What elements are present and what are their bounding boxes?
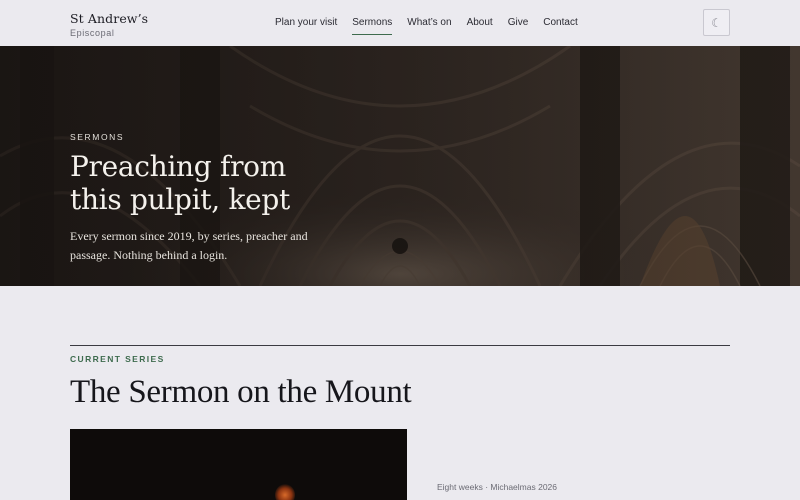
section-divider [70,345,730,346]
nav-about[interactable]: About [467,0,493,46]
nav-contact[interactable]: Contact [543,0,577,46]
brand-subtitle: Episcopal [70,28,115,38]
brand-name: St Andrew’s [70,11,149,26]
nav-plan-your-visit[interactable]: Plan your visit [275,0,337,46]
series-meta: Eight weeks · Michaelmas 2026 [437,482,558,492]
current-series-eyebrow: CURRENT SERIES [70,354,165,364]
candle-flame [275,484,295,500]
nav-give[interactable]: Give [508,0,529,46]
main-nav: Plan your visit Sermons What’s on About … [275,0,593,46]
nav-whats-on[interactable]: What’s on [407,0,451,46]
current-series-title[interactable]: The Sermon on the Mount [70,371,412,413]
hero-eyebrow: SERMONS [70,132,125,142]
series-cover-image[interactable] [70,429,407,500]
theme-toggle-button[interactable]: ☾ [703,9,730,36]
hero-banner: SERMONS Preaching from this pulpit, kept… [0,46,800,286]
moon-icon: ☾ [711,15,722,30]
page-title: Preaching from this pulpit, kept [70,150,290,216]
brand-logo-link[interactable]: St Andrew’s Episcopal [70,11,148,38]
hero-description: Every sermon since 2019, by series, prea… [70,229,308,262]
site-header: St Andrew’s Episcopal Plan your visit Se… [0,0,800,46]
nav-sermons[interactable]: Sermons [352,0,393,46]
